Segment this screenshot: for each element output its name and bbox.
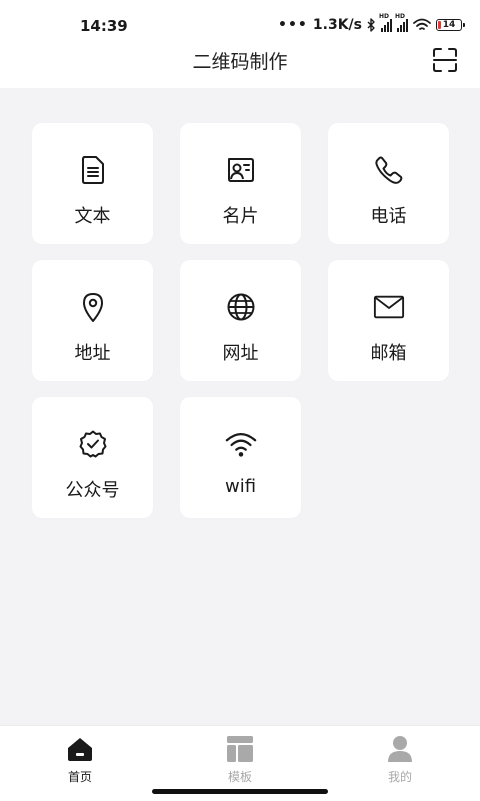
home-icon xyxy=(68,738,92,761)
business-card-icon xyxy=(227,158,254,182)
qr-type-grid: 文本 名片 电话 地址 网址 邮箱 公众号 wifi xyxy=(32,123,449,518)
tab-home[interactable]: 首页 xyxy=(40,734,120,785)
tile-official-account[interactable]: 公众号 xyxy=(32,397,153,518)
verified-badge-icon xyxy=(79,430,106,458)
tile-label: wifi xyxy=(224,476,257,497)
profile-icon xyxy=(388,736,412,762)
scan-icon xyxy=(433,48,457,72)
hd-badge: HD xyxy=(379,13,390,20)
signal-icon: HD xyxy=(395,13,408,32)
battery-icon: 14 xyxy=(436,19,465,31)
signal-icon: HD xyxy=(379,13,392,32)
tab-profile[interactable]: 我的 xyxy=(360,734,440,785)
tile-label: 公众号 xyxy=(65,480,120,501)
tile-label: 电话 xyxy=(370,206,407,227)
phone-icon xyxy=(374,156,402,184)
tile-wifi[interactable]: wifi xyxy=(180,397,301,518)
tile-label: 文本 xyxy=(74,206,111,227)
tab-label: 模板 xyxy=(227,770,252,784)
status-indicators: ••• 1.3K/s HD HD 14 xyxy=(278,13,465,35)
page-title: 二维码制作 xyxy=(192,51,288,73)
tile-text[interactable]: 文本 xyxy=(32,123,153,244)
tile-business-card[interactable]: 名片 xyxy=(180,123,301,244)
tile-label: 名片 xyxy=(222,206,259,227)
notification-dots: ••• xyxy=(278,17,308,33)
wifi-icon xyxy=(225,432,256,457)
tile-label: 邮箱 xyxy=(370,343,407,364)
template-icon xyxy=(227,736,253,762)
battery-level: 14 xyxy=(442,20,456,30)
status-time: 14:39 xyxy=(80,17,128,35)
tile-label: 地址 xyxy=(74,343,111,364)
top-bar: 14:39 ••• 1.3K/s HD HD 14 二维码制作 xyxy=(0,0,480,88)
tab-label: 我的 xyxy=(387,770,412,784)
wifi-icon xyxy=(413,18,431,30)
mail-icon xyxy=(373,295,404,319)
tile-email[interactable]: 邮箱 xyxy=(328,260,449,381)
location-pin-icon xyxy=(82,293,103,322)
scan-button[interactable] xyxy=(432,47,458,73)
tab-template[interactable]: 模板 xyxy=(200,734,280,785)
tile-address[interactable]: 地址 xyxy=(32,260,153,381)
home-indicator xyxy=(152,789,328,794)
document-icon xyxy=(81,156,104,184)
tab-label: 首页 xyxy=(67,770,92,784)
tile-label: 网址 xyxy=(222,343,259,364)
network-speed: 1.3K/s xyxy=(312,17,362,33)
hd-badge: HD xyxy=(395,13,406,20)
tile-url[interactable]: 网址 xyxy=(180,260,301,381)
tile-phone[interactable]: 电话 xyxy=(328,123,449,244)
bluetooth-icon xyxy=(367,18,375,32)
globe-icon xyxy=(227,293,254,321)
